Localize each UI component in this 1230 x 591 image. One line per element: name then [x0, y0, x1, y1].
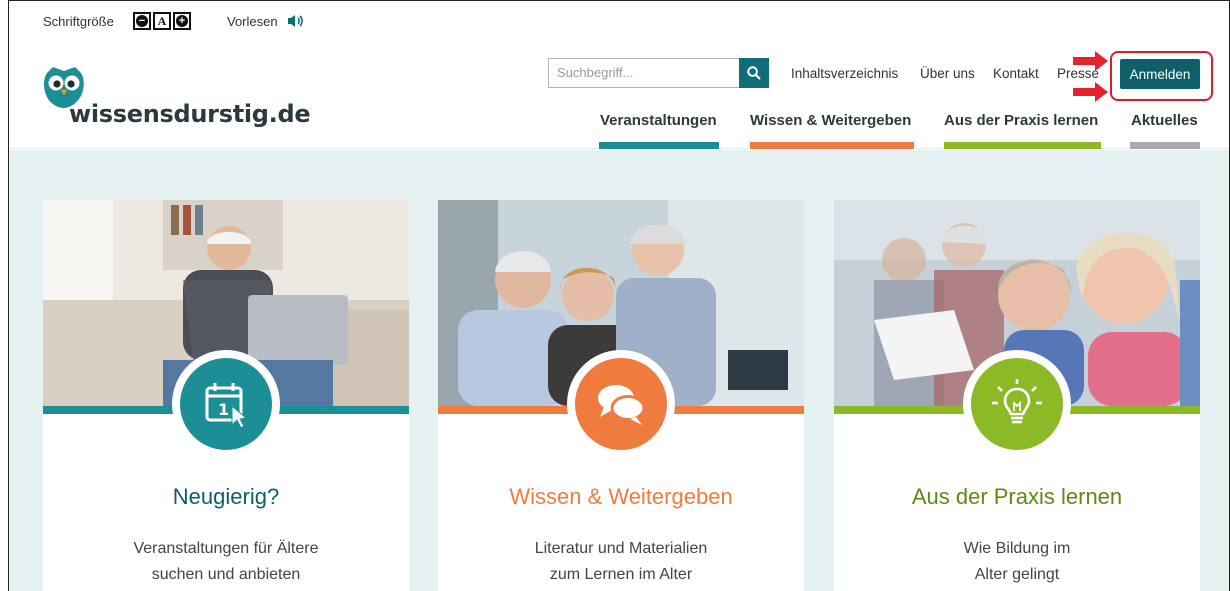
card-neugierig[interactable]: 1 Neugierig? Veranstaltungen für Ältere … [43, 200, 409, 591]
link-ueber-uns[interactable]: Über uns [920, 66, 975, 81]
card-badge [963, 350, 1071, 458]
card-badge: 1 [172, 350, 280, 458]
card-badge [567, 350, 675, 458]
svg-text:1: 1 [218, 400, 229, 419]
speech-bubbles-icon [598, 385, 646, 425]
card-wissen-weitergeben[interactable]: Wissen & Weitergeben Literatur und Mater… [438, 200, 804, 591]
search-input[interactable]: Suchbegriff... [548, 58, 740, 88]
nav-aktuelles[interactable]: Aktuelles [1131, 112, 1198, 129]
nav-underline-gray [1130, 142, 1200, 149]
site-header: wissensdurstig.de Suchbegriff... Inhalts… [9, 45, 1229, 149]
content-area: 1 Neugierig? Veranstaltungen für Ältere … [9, 150, 1229, 591]
card-title[interactable]: Neugierig? [43, 484, 409, 510]
card-text-line: zum Lernen im Alter [549, 566, 693, 583]
search-icon [747, 66, 761, 80]
login-highlight-box [1110, 51, 1213, 101]
nav-underline-green [944, 142, 1101, 149]
nav-veranstaltungen[interactable]: Veranstaltungen [600, 112, 717, 129]
card-title[interactable]: Wissen & Weitergeben [438, 484, 804, 510]
card-aus-der-praxis[interactable]: Aus der Praxis lernen Wie Bildung im Alt… [834, 200, 1200, 591]
site-logo-text[interactable]: wissensdurstig.de [69, 100, 311, 128]
card-text-line: Alter gelingt [974, 566, 1060, 583]
card-text-line: Wie Bildung im [963, 540, 1071, 557]
link-kontakt[interactable]: Kontakt [993, 66, 1039, 81]
font-decrease-button[interactable]: − [133, 12, 151, 30]
read-aloud-link[interactable]: Vorlesen [227, 14, 278, 29]
calendar-click-icon: 1 [205, 383, 248, 429]
card-text-line: Veranstaltungen für Ältere [133, 540, 319, 557]
link-inhaltsverzeichnis[interactable]: Inhaltsverzeichnis [791, 66, 898, 81]
nav-underline-teal [599, 142, 719, 149]
font-reset-button[interactable]: A [153, 12, 171, 30]
card-title[interactable]: Aus der Praxis lernen [834, 484, 1200, 510]
lightbulb-icon [992, 379, 1042, 424]
red-arrow-icon [1073, 51, 1108, 71]
red-arrow-icon [1073, 82, 1108, 102]
page-frame: Schriftgröße − A + Vorlesen wissensdurst… [8, 0, 1230, 591]
nav-aus-der-praxis[interactable]: Aus der Praxis lernen [944, 112, 1098, 129]
card-text-line: suchen und anbieten [151, 566, 301, 583]
card-text-line: Literatur und Materialien [534, 540, 708, 557]
nav-wissen-weitergeben[interactable]: Wissen & Weitergeben [750, 112, 911, 129]
search-button[interactable] [739, 58, 769, 88]
utility-bar: Schriftgröße − A + Vorlesen [9, 1, 1229, 45]
font-size-controls: − A + [133, 12, 191, 30]
font-size-label: Schriftgröße [43, 14, 114, 29]
speaker-icon[interactable] [287, 13, 305, 34]
nav-underline-orange [750, 142, 914, 149]
font-increase-button[interactable]: + [173, 12, 191, 30]
